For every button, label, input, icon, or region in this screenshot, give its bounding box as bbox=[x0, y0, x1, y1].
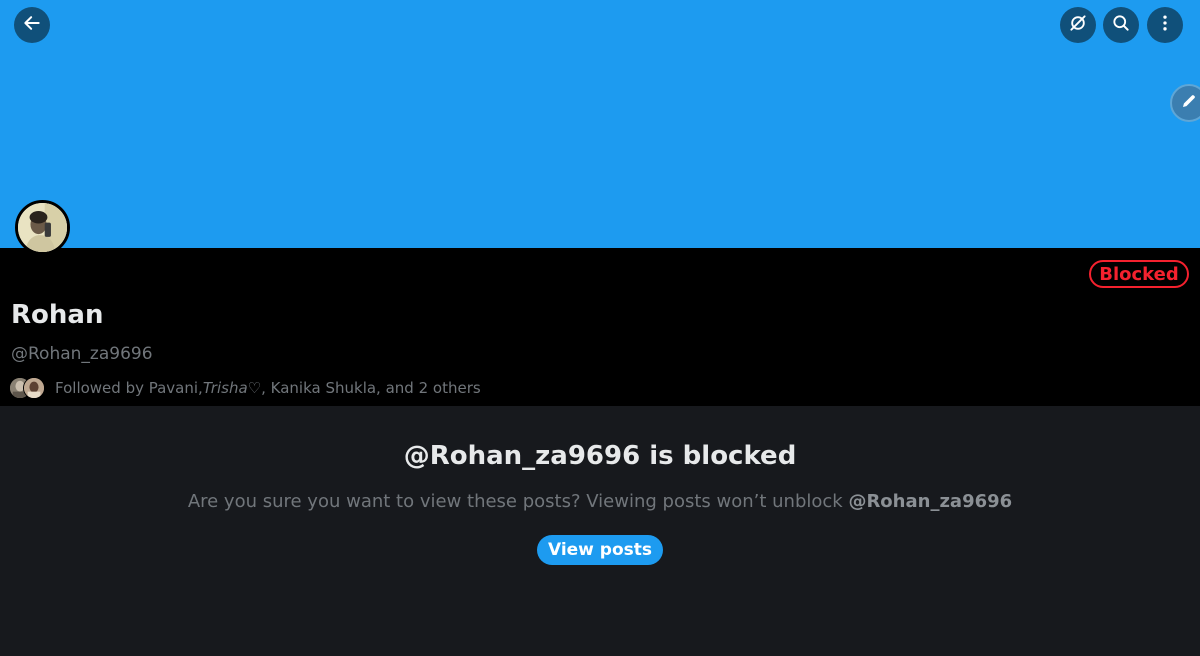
followed-by-suffix: ♡, Kanika Shukla, and 2 others bbox=[247, 379, 481, 397]
follower-avatar bbox=[23, 377, 45, 399]
blocked-description-handle: @Rohan_za9696 bbox=[848, 491, 1013, 512]
grok-button[interactable] bbox=[1060, 7, 1096, 43]
more-vertical-icon bbox=[1155, 13, 1175, 37]
view-posts-button[interactable]: View posts bbox=[537, 535, 663, 565]
pencil-icon bbox=[1180, 92, 1198, 114]
blocked-notice: @Rohan_za9696 is blocked Are you sure yo… bbox=[0, 406, 1200, 656]
arrow-left-icon bbox=[22, 13, 42, 37]
profile-name: Rohan bbox=[11, 300, 104, 330]
follower-avatars bbox=[9, 377, 53, 399]
profile-header: Blocked Rohan @Rohan_za9696 Followed by … bbox=[0, 248, 1200, 406]
followed-by-italic-name: Trisha bbox=[202, 379, 248, 397]
blocked-description: Are you sure you want to view these post… bbox=[0, 491, 1200, 512]
edit-floating-button[interactable] bbox=[1170, 84, 1200, 122]
followed-by-prefix: Followed by Pavani, bbox=[55, 379, 203, 397]
search-button[interactable] bbox=[1103, 7, 1139, 43]
blocked-button[interactable]: Blocked bbox=[1089, 260, 1189, 288]
back-button[interactable] bbox=[14, 7, 50, 43]
more-options-button[interactable] bbox=[1147, 7, 1183, 43]
profile-handle: @Rohan_za9696 bbox=[11, 344, 153, 364]
grok-icon bbox=[1068, 13, 1088, 37]
blocked-title: @Rohan_za9696 is blocked bbox=[403, 441, 797, 471]
profile-page: Blocked Rohan @Rohan_za9696 Followed by … bbox=[0, 0, 1200, 656]
blocked-description-text: Are you sure you want to view these post… bbox=[187, 491, 849, 512]
followed-by[interactable]: Followed by Pavani, Trisha ♡, Kanika Shu… bbox=[9, 377, 481, 399]
profile-banner bbox=[0, 0, 1200, 248]
avatar[interactable] bbox=[15, 200, 70, 255]
search-icon bbox=[1111, 13, 1131, 37]
